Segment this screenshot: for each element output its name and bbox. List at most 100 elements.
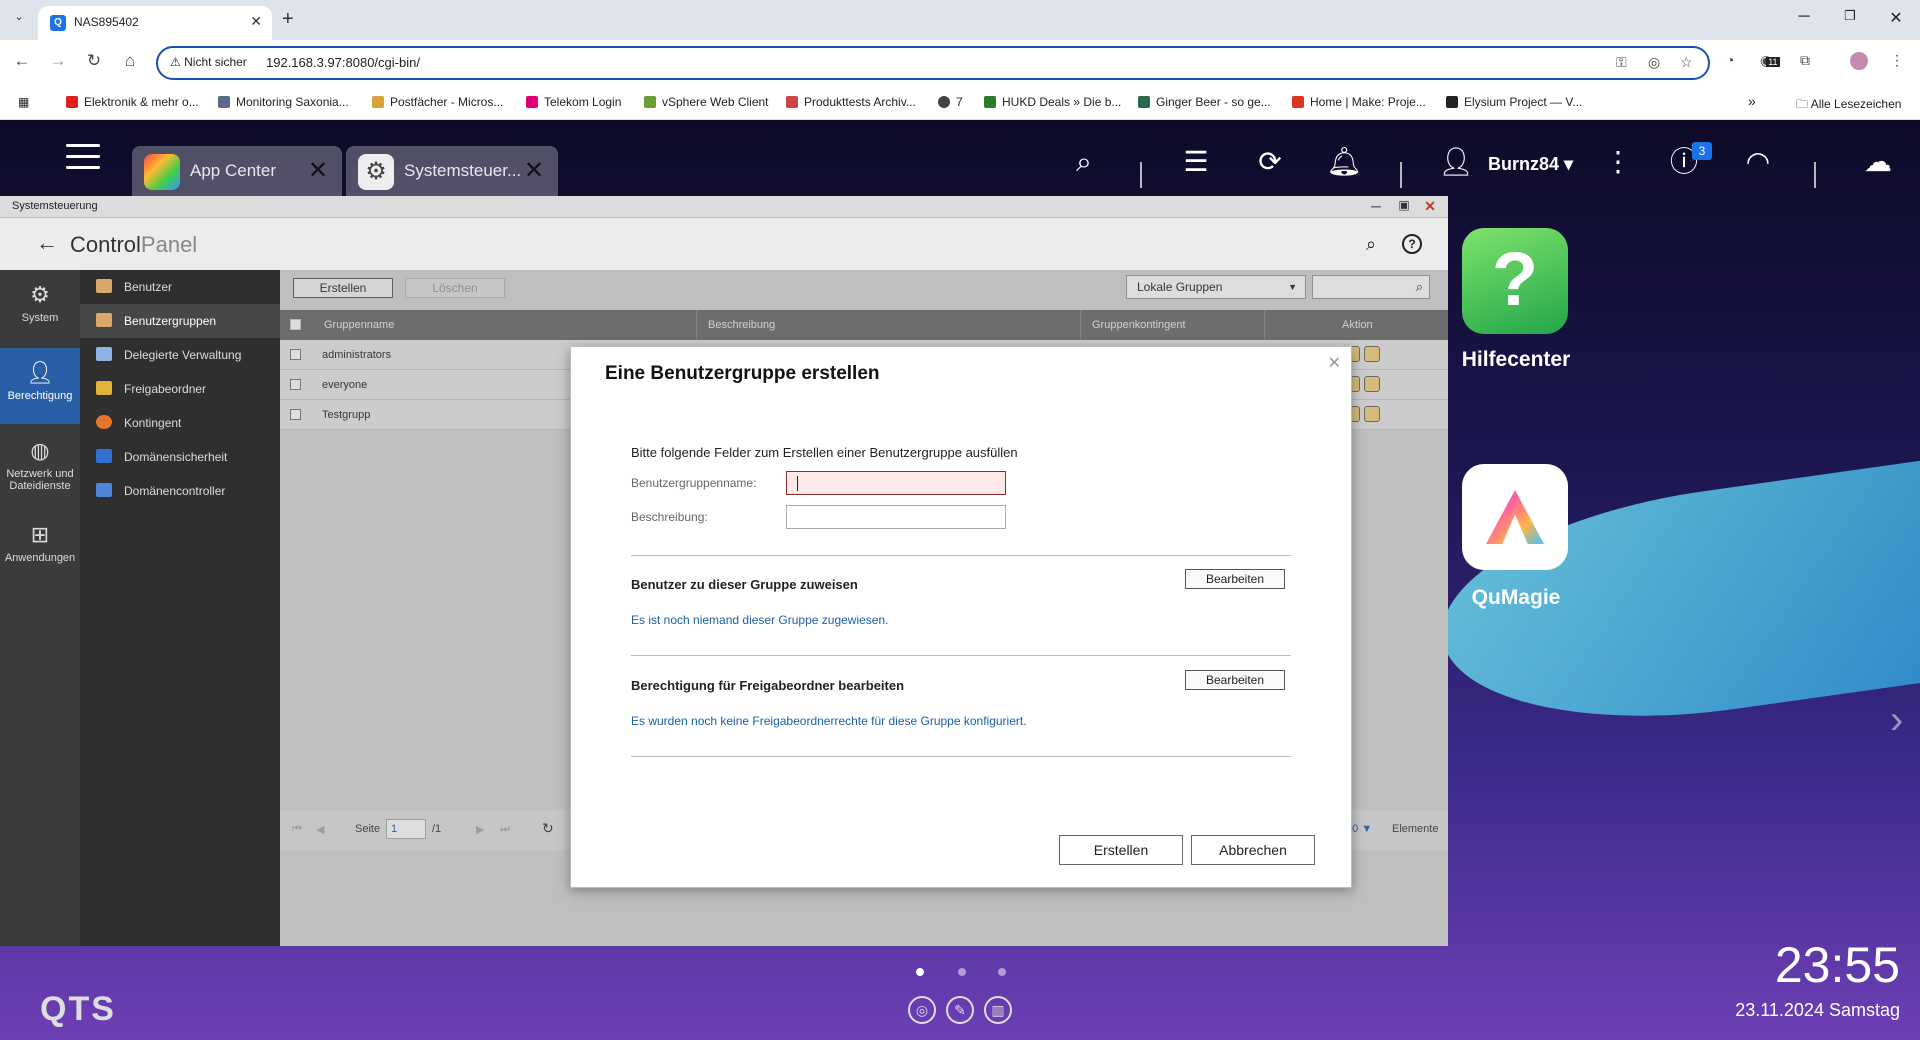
apps-icon: ⊞ — [30, 522, 50, 547]
notification-bell-icon[interactable]: 🔔︎ — [1324, 142, 1364, 182]
bookmark-item[interactable]: Telekom Login — [526, 95, 621, 109]
bookmarks-overflow-chevron[interactable]: » — [1748, 93, 1756, 109]
caret-down-icon: ▾ — [1564, 154, 1574, 174]
more-options-icon[interactable]: ⋮ — [1598, 142, 1638, 182]
rail-label: Berechtigung — [7, 390, 73, 402]
back-arrow-icon[interactable]: ← — [36, 230, 58, 256]
password-key-icon[interactable]: ⚿ — [1616, 54, 1627, 71]
tracking-eye-off-icon[interactable]: ◎ — [1648, 54, 1660, 71]
restore-window-icon[interactable]: ❐ — [1830, 8, 1870, 24]
brand-main: Control — [70, 232, 141, 257]
extension-icon[interactable]: ◔ — [1726, 52, 1734, 68]
sub-item-kontingent[interactable]: Kontingent — [80, 406, 280, 440]
rail-item-netzwerk[interactable]: ◍ Netzwerk und Dateidienste — [0, 426, 80, 502]
bookmark-item[interactable]: Elektronik & mehr o... — [66, 95, 199, 109]
bookmark-label: Telekom Login — [544, 95, 622, 109]
close-tab-icon[interactable]: ✕ — [308, 156, 328, 185]
resource-monitor-icon[interactable]: ◠ — [1738, 142, 1778, 182]
tab-list-chevron-icon[interactable]: ⌄ — [8, 10, 30, 30]
bookmark-item[interactable]: Elysium Project — V... — [1446, 95, 1582, 109]
page-dot[interactable] — [958, 968, 966, 976]
external-device-icon[interactable]: ⟳ — [1250, 142, 1290, 182]
bookmark-item[interactable]: Monitoring Saxonia... — [218, 95, 349, 109]
sub-item-benutzergruppen[interactable]: Benutzergruppen — [80, 304, 280, 338]
close-tab-icon[interactable]: ✕ — [524, 156, 544, 185]
browser-tab[interactable]: Q NAS895402 ✕ — [38, 6, 272, 40]
bookmark-item[interactable]: Home | Make: Proje... — [1292, 95, 1426, 109]
qumagie-icon[interactable] — [1462, 464, 1568, 570]
group-name-input[interactable] — [786, 471, 1006, 495]
browser-menu-icon[interactable]: ⋮ — [1890, 52, 1904, 69]
help-icon[interactable]: ? — [1402, 234, 1422, 254]
bookmark-item[interactable]: Ginger Beer - so ge... — [1138, 95, 1271, 109]
close-tab-icon[interactable]: ✕ — [250, 13, 262, 30]
address-bar[interactable]: ⚠ Nicht sicher 192.168.3.97:8080/cgi-bin… — [156, 46, 1710, 80]
next-page-chevron-icon[interactable]: › — [1890, 698, 1903, 743]
bookmark-item[interactable]: Postfächer - Micros... — [372, 95, 503, 109]
bookmark-item[interactable]: Produkttests Archiv... — [786, 95, 916, 109]
user-account-icon[interactable]: 👤︎ — [1436, 142, 1476, 182]
control-panel-header: ← ControlPanel ⌕ ? — [0, 218, 1448, 270]
maximize-icon[interactable]: ▣ — [1394, 198, 1414, 212]
forward-arrow-icon[interactable]: → — [46, 51, 70, 71]
dashboard-icon[interactable]: ◎ — [908, 996, 936, 1024]
page-dot-active[interactable] — [916, 968, 924, 976]
reload-icon[interactable]: ↻ — [82, 51, 106, 71]
new-tab-icon[interactable]: + — [282, 8, 294, 31]
window-titlebar[interactable]: Systemsteuerung ─ ▣ ✕ — [0, 196, 1448, 218]
search-icon[interactable]: ⌕ — [1366, 234, 1376, 255]
user-menu[interactable]: Burnz84 ▾ — [1488, 154, 1573, 175]
help-center-icon[interactable]: ? — [1462, 228, 1568, 334]
rail-item-anwendungen[interactable]: ⊞ Anwendungen — [0, 510, 80, 586]
qts-tab-systemsteuerung[interactable]: ⚙ Systemsteuer... ✕ — [346, 146, 558, 196]
sub-item-domaenensicherheit[interactable]: Domänensicherheit — [80, 440, 280, 474]
minimize-icon[interactable]: ─ — [1366, 198, 1386, 214]
cancel-button[interactable]: Abbrechen — [1191, 835, 1315, 865]
create-button[interactable]: Erstellen — [1059, 835, 1183, 865]
bookmark-item[interactable]: HUKD Deals » Die b... — [984, 95, 1121, 109]
extension-badge-icon[interactable]: ◉11 — [1760, 52, 1780, 69]
submenu: Benutzer Benutzergruppen Delegierte Verw… — [80, 270, 280, 946]
security-warning[interactable]: ⚠ Nicht sicher — [170, 55, 247, 69]
sub-item-benutzer[interactable]: Benutzer — [80, 270, 280, 304]
edit-members-button[interactable]: Bearbeiten — [1185, 569, 1285, 589]
description-label: Beschreibung: — [631, 510, 708, 524]
edit-permissions-button[interactable]: Bearbeiten — [1185, 670, 1285, 690]
sub-item-domaenencontroller[interactable]: Domänencontroller — [80, 474, 280, 508]
background-tasks-icon[interactable]: ☰ — [1176, 142, 1216, 182]
qts-tab-app-center[interactable]: App Center ✕ — [132, 146, 342, 196]
bookmark-item[interactable]: 7 — [938, 95, 963, 109]
rail-item-berechtigung[interactable]: 👤︎ Berechtigung — [0, 348, 80, 424]
apps-grid-icon[interactable]: ▦ — [18, 95, 29, 109]
back-arrow-icon[interactable]: ← — [10, 51, 34, 71]
bookmark-favicon-icon — [938, 96, 950, 108]
description-input[interactable] — [786, 505, 1006, 529]
sub-item-delegierte-verwaltung[interactable]: Delegierte Verwaltung — [80, 338, 280, 372]
tools-icon[interactable]: ✎ — [946, 996, 974, 1024]
bookmark-favicon-icon — [66, 96, 78, 108]
text-caret — [797, 476, 798, 491]
home-icon[interactable]: ⌂ — [118, 51, 142, 71]
group-name-label: Benutzergruppenname: — [631, 476, 757, 490]
all-bookmarks[interactable]: 🗀 Alle Lesezeichen — [1796, 95, 1901, 116]
rail-item-system[interactable]: ⚙ System — [0, 270, 80, 346]
bookmark-star-icon[interactable]: ☆ — [1680, 54, 1693, 71]
bookmark-item[interactable]: vSphere Web Client — [644, 95, 769, 109]
minimize-window-icon[interactable]: ─ — [1784, 8, 1824, 26]
book-icon[interactable]: ▥ — [984, 996, 1012, 1024]
close-icon[interactable]: ✕ — [1420, 198, 1440, 215]
close-window-icon[interactable]: ✕ — [1876, 8, 1916, 28]
main-menu-icon[interactable] — [66, 144, 100, 176]
warning-triangle-icon: ⚠ — [170, 55, 181, 69]
notification-count-badge: 3 — [1692, 142, 1712, 160]
search-icon[interactable]: ⌕ — [1064, 142, 1104, 182]
profile-avatar[interactable] — [1850, 52, 1868, 70]
close-icon[interactable]: ✕ — [1328, 353, 1341, 373]
extensions-puzzle-icon[interactable]: ⧉ — [1800, 52, 1810, 69]
sub-item-freigabeordner[interactable]: Freigabeordner — [80, 372, 280, 406]
desktop-icon-label[interactable]: QuMagie — [1446, 586, 1586, 610]
desktop-icon-label[interactable]: Hilfecenter — [1446, 348, 1586, 372]
page-dot[interactable] — [998, 968, 1006, 976]
cloud-icon[interactable]: ☁ — [1858, 142, 1898, 182]
category-rail: ⚙ System 👤︎ Berechtigung ◍ Netzwerk und Dat… — [0, 270, 80, 946]
